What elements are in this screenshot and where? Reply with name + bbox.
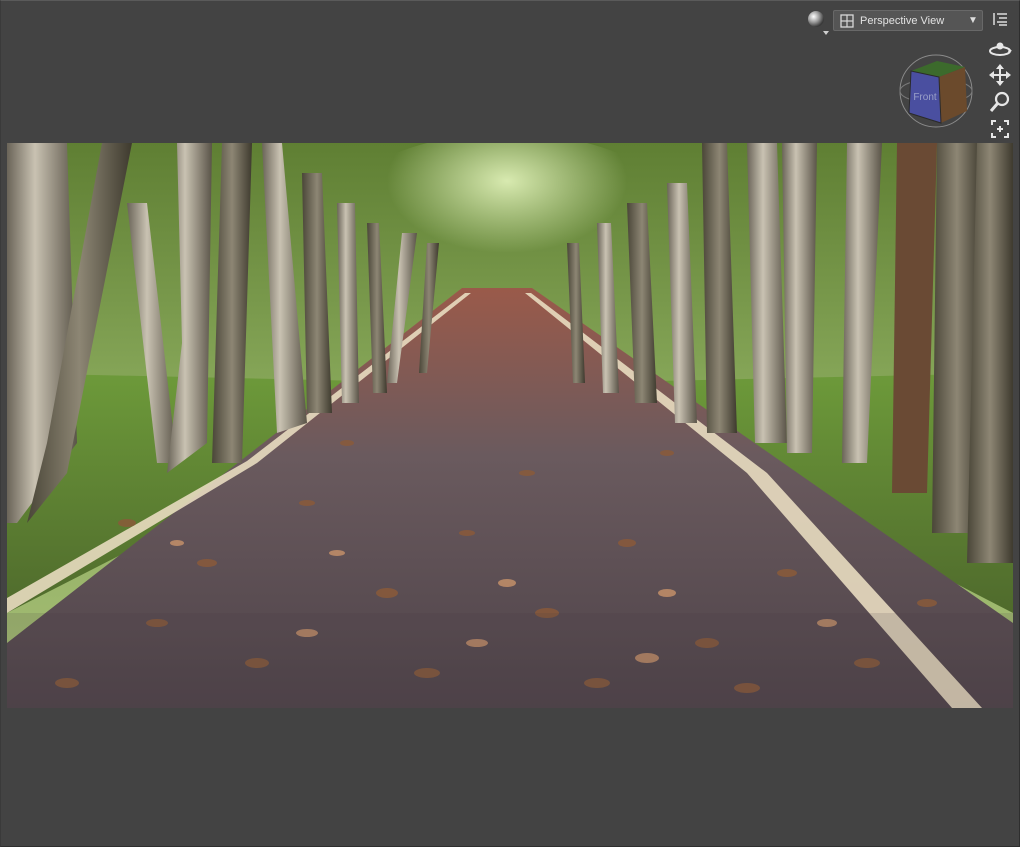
- viewport-grid-icon: [839, 13, 855, 29]
- viewport-options-icon[interactable]: [991, 10, 1009, 28]
- viewport-panel: Perspective View ▼ Front: [0, 0, 1020, 847]
- sphere-shading-icon[interactable]: [805, 9, 831, 35]
- zoom-icon[interactable]: [987, 90, 1013, 114]
- viewport-canvas[interactable]: [7, 143, 1013, 708]
- photo-backdrop: [7, 143, 1013, 708]
- chevron-down-icon: ▼: [968, 15, 978, 26]
- navigation-cube[interactable]: Front: [897, 51, 975, 129]
- frame-icon[interactable]: [987, 117, 1013, 141]
- view-select-label: Perspective View: [860, 14, 945, 27]
- view-select-dropdown[interactable]: Perspective View ▼: [833, 10, 983, 31]
- orbit-icon[interactable]: [987, 37, 1013, 61]
- pan-icon[interactable]: [987, 63, 1013, 87]
- nav-cube-face-label: Front: [913, 92, 937, 103]
